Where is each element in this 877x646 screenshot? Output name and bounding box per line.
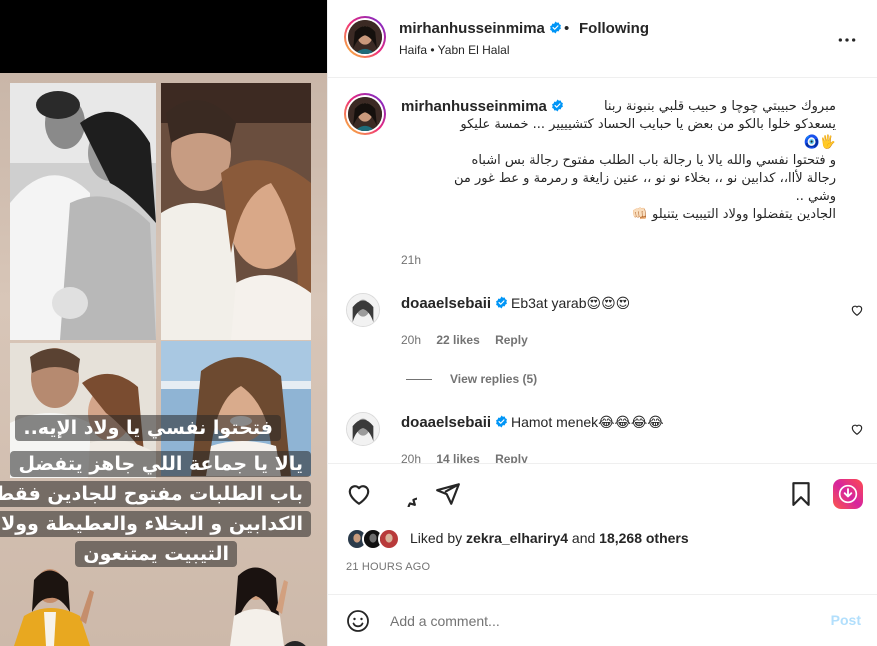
comment-meta: 20h 14 likes Reply (401, 452, 540, 463)
comment-likes[interactable]: 14 likes (436, 452, 479, 463)
download-extension-button[interactable] (833, 479, 863, 509)
comment-input[interactable] (390, 608, 810, 634)
photo-bw-couple-kiss (10, 83, 156, 340)
media-caption-line: فتحتوا نفسي يا ولاد الإيه.. (15, 415, 281, 441)
liked-by-others[interactable]: 18,268 others (599, 530, 689, 546)
comment-reply-button[interactable]: Reply (495, 333, 528, 347)
media-caption-line: يالا يا جماعة اللي جاهز يتفضل (10, 451, 311, 477)
caption-line: يسعدكو خلوا بالكو من بعض يا حبايب الحساد… (460, 117, 836, 132)
post-location[interactable]: Haifa • Yabn El Halal (399, 43, 509, 57)
comment-item: doaaelsebaii Eb3at yarab😍😍😍 20h 22 likes… (328, 293, 877, 373)
comment-avatar[interactable] (346, 412, 380, 446)
comment-like-heart-icon[interactable] (850, 422, 864, 436)
caption-line: و فتحتوا نفسي والله يالا يا رجالة باب ال… (471, 153, 836, 168)
post-header: mirhanhusseinmima • Following Haifa • Ya… (328, 0, 877, 78)
caption-text: مبروك حبيبتي چوچا و حبيب قلبي بنبونة ربن… (401, 98, 836, 224)
comments-list[interactable]: mirhanhusseinmima مبروك حبيبتي چوچا و حب… (328, 79, 877, 463)
comment-meta: 20h 22 likes Reply (401, 333, 540, 347)
view-replies-label: View replies (5) (450, 372, 538, 386)
post-image[interactable]: فتحتوا نفسي يا ولاد الإيه.. يالا يا جماع… (0, 73, 327, 646)
liked-by-and: and (571, 530, 596, 546)
verified-badge-icon (549, 21, 561, 34)
author-avatar[interactable] (344, 16, 386, 58)
liker-avatar (378, 528, 400, 550)
comment-username[interactable]: doaaelsebaii (401, 414, 508, 431)
comment-like-heart-icon[interactable] (850, 303, 864, 317)
media-caption-line: التيبيت يمتنعون (75, 541, 237, 567)
comment-avatar[interactable] (346, 293, 380, 327)
caption-line: مبروك حبيبتي چوچا و حبيب قلبي بنبونة ربن… (603, 99, 836, 114)
comment-composer: Post (328, 594, 877, 646)
caption-line: رجالة لأاا،، كدابين نو ،، بخلاء نو نو ،،… (454, 171, 836, 186)
media-pane: فتحتوا نفسي يا ولاد الإيه.. يالا يا جماع… (0, 0, 327, 646)
photo-couple-selfie (161, 83, 311, 340)
view-replies-button[interactable]: View replies (5) (406, 372, 537, 386)
sticker-woman-white-dress (218, 560, 302, 646)
post-actions: Liked by zekra_elhariry4 and 18,268 othe… (328, 463, 877, 603)
comment-likes[interactable]: 22 likes (436, 333, 479, 347)
post-comment-button[interactable]: Post (831, 612, 861, 628)
comment-bubble-icon[interactable] (391, 481, 417, 507)
sticker-woman-yellow-jacket (10, 560, 94, 646)
comment-item: doaaelsebaii Hamot menek😂😂😂😂 20h 14 like… (328, 412, 877, 463)
liked-by-user[interactable]: zekra_elhariry4 (466, 530, 568, 546)
comment-text: Eb3at yarab😍😍😍 (511, 295, 631, 311)
comment-username[interactable]: doaaelsebaii (401, 295, 508, 312)
emoji-smiley-icon[interactable] (346, 609, 370, 633)
header-separator: • (564, 20, 570, 37)
save-bookmark-icon[interactable] (788, 481, 814, 507)
caption-author-avatar[interactable] (344, 93, 386, 135)
share-paper-plane-icon[interactable] (435, 481, 461, 507)
comment-time[interactable]: 20h (401, 333, 421, 347)
media-caption-line: باب الطلبات مفتوح للجادين فقط (0, 481, 311, 507)
media-caption-line: الكدابين و البخلاء والعطيطة وولاد (0, 511, 311, 537)
verified-badge-icon (496, 296, 507, 309)
post-date[interactable]: 21 HOURS AGO (346, 561, 430, 573)
replies-divider (406, 378, 432, 380)
comment-text: Hamot menek😂😂😂😂 (511, 414, 664, 430)
caption-line: وشي .. (795, 189, 836, 204)
liked-by-summary: Liked by zekra_elhariry4 and 18,268 othe… (410, 530, 689, 546)
like-heart-icon[interactable] (346, 481, 372, 507)
caption-timestamp: 21h (401, 253, 422, 267)
author-username[interactable]: mirhanhusseinmima (399, 20, 562, 37)
download-icon (838, 484, 858, 504)
post-sidebar: mirhanhusseinmima • Following Haifa • Ya… (327, 0, 877, 646)
likers-avatars[interactable] (346, 528, 400, 550)
verified-badge-icon (496, 415, 507, 428)
liked-by-prefix: Liked by (410, 530, 463, 546)
caption-line: 🖐🧿 (803, 135, 836, 150)
caption-line: الجادين يتفضلوا وولاد التيبيت يتنيلو 👊🏻 (631, 207, 836, 222)
following-button[interactable]: Following (579, 20, 649, 37)
comment-time[interactable]: 20h (401, 452, 421, 463)
more-options-icon[interactable] (837, 30, 857, 50)
comment-reply-button[interactable]: Reply (495, 452, 528, 463)
